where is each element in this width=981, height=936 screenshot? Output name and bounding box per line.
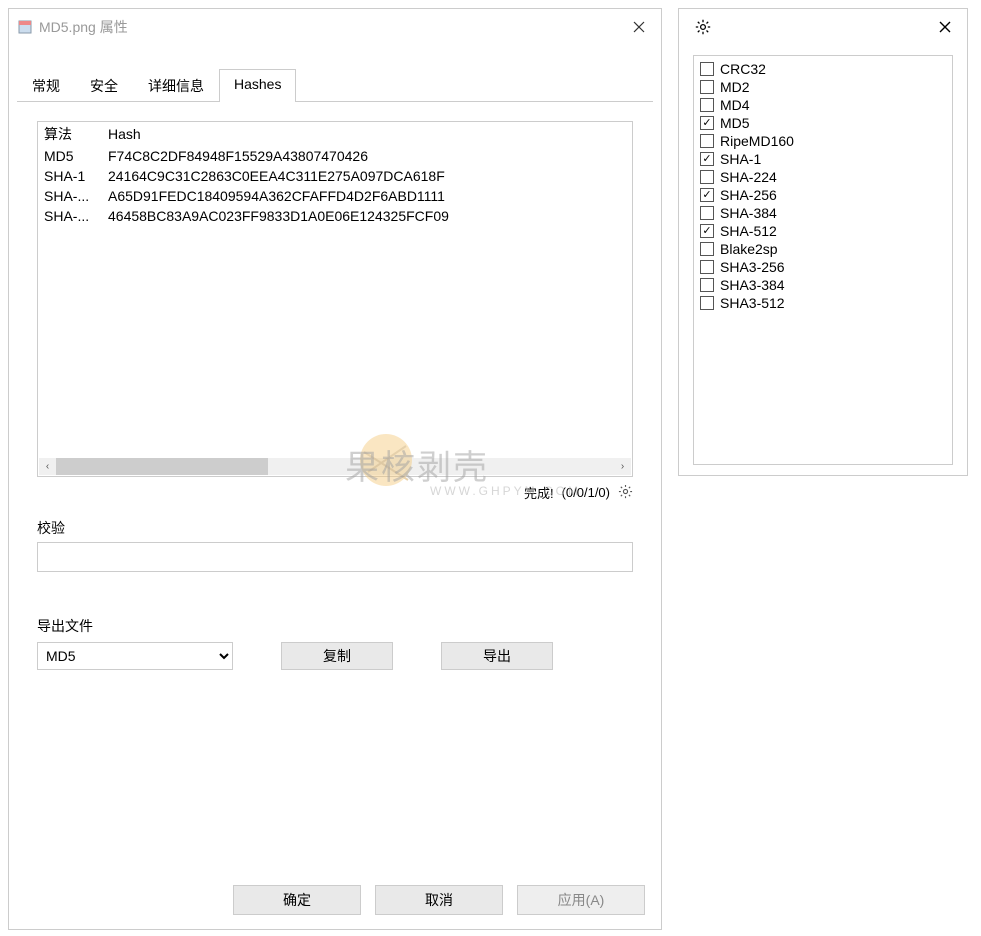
algorithm-checkbox-ripemd160[interactable]: RipeMD160 xyxy=(700,132,946,150)
hash-listview[interactable]: 算法 Hash MD5F74C8C2DF84948F15529A43807470… xyxy=(37,121,633,477)
cancel-button[interactable]: 取消 xyxy=(375,885,503,915)
algorithm-checkbox-sha-384[interactable]: SHA-384 xyxy=(700,204,946,222)
checkbox-icon[interactable] xyxy=(700,206,714,220)
export-format-select[interactable]: MD5 xyxy=(37,642,233,670)
properties-window: MD5.png 属性 常规 安全 详细信息 Hashes 算法 Hash MD5… xyxy=(8,8,662,930)
algorithm-label: SHA-224 xyxy=(720,169,777,185)
status-count: (0/0/1/0) xyxy=(562,485,610,500)
algorithm-checklist: CRC32 MD2 MD4 MD5 RipeMD160 SHA-1 SHA-224 SHA-2… xyxy=(693,55,953,465)
algorithm-label: SHA-256 xyxy=(720,187,777,203)
algorithm-label: MD2 xyxy=(720,79,750,95)
verify-input[interactable] xyxy=(37,542,633,572)
tab-hashes[interactable]: Hashes xyxy=(219,69,296,102)
tab-details[interactable]: 详细信息 xyxy=(133,69,219,102)
gear-icon xyxy=(689,13,717,41)
algorithm-checkbox-sha3-512[interactable]: SHA3-512 xyxy=(700,294,946,312)
table-row[interactable]: SHA-...46458BC83A9AC023FF9833D1A0E06E124… xyxy=(38,206,632,226)
algorithm-checkbox-sha-1[interactable]: SHA-1 xyxy=(700,150,946,168)
settings-gear-icon[interactable] xyxy=(618,484,633,502)
algorithm-label: MD5 xyxy=(720,115,750,131)
algorithm-checkbox-crc32[interactable]: CRC32 xyxy=(700,60,946,78)
settings-titlebar xyxy=(679,9,967,45)
tab-security[interactable]: 安全 xyxy=(75,69,133,102)
algorithm-checkbox-sha3-384[interactable]: SHA3-384 xyxy=(700,276,946,294)
algorithm-checkbox-sha-224[interactable]: SHA-224 xyxy=(700,168,946,186)
table-row[interactable]: MD5F74C8C2DF84948F15529A43807470426 xyxy=(38,146,632,166)
titlebar: MD5.png 属性 xyxy=(9,9,661,45)
checkbox-icon[interactable] xyxy=(700,170,714,184)
checkbox-icon[interactable] xyxy=(700,260,714,274)
algorithm-label: SHA-1 xyxy=(720,151,761,167)
tab-content: 算法 Hash MD5F74C8C2DF84948F15529A43807470… xyxy=(9,103,661,670)
scroll-left-icon[interactable]: ‹ xyxy=(39,458,56,475)
algorithm-checkbox-sha-512[interactable]: SHA-512 xyxy=(700,222,946,240)
algorithm-label: Blake2sp xyxy=(720,241,778,257)
settings-window: CRC32 MD2 MD4 MD5 RipeMD160 SHA-1 SHA-224 SHA-2… xyxy=(678,8,968,476)
checkbox-icon[interactable] xyxy=(700,278,714,292)
col-algo[interactable]: 算法 xyxy=(38,122,102,146)
export-file-label: 导出文件 xyxy=(37,616,633,636)
algorithm-checkbox-sha3-256[interactable]: SHA3-256 xyxy=(700,258,946,276)
checkbox-icon[interactable] xyxy=(700,134,714,148)
algorithm-label: SHA3-512 xyxy=(720,295,785,311)
algorithm-label: SHA3-256 xyxy=(720,259,785,275)
algorithm-label: SHA-512 xyxy=(720,223,777,239)
scroll-thumb[interactable] xyxy=(56,458,268,475)
close-button[interactable] xyxy=(617,9,661,45)
algorithm-label: RipeMD160 xyxy=(720,133,794,149)
tab-general[interactable]: 常规 xyxy=(17,69,75,102)
settings-close-button[interactable] xyxy=(923,9,967,45)
apply-button[interactable]: 应用(A) xyxy=(517,885,645,915)
file-icon xyxy=(17,19,33,35)
algorithm-label: SHA-384 xyxy=(720,205,777,221)
algorithm-label: SHA3-384 xyxy=(720,277,785,293)
export-button[interactable]: 导出 xyxy=(441,642,553,670)
algorithm-checkbox-md4[interactable]: MD4 xyxy=(700,96,946,114)
col-hash[interactable]: Hash xyxy=(102,122,632,146)
window-title: MD5.png 属性 xyxy=(39,17,617,37)
algorithm-label: CRC32 xyxy=(720,61,766,77)
checkbox-icon[interactable] xyxy=(700,152,714,166)
checkbox-icon[interactable] xyxy=(700,242,714,256)
checkbox-icon[interactable] xyxy=(700,62,714,76)
copy-button[interactable]: 复制 xyxy=(281,642,393,670)
checkbox-icon[interactable] xyxy=(700,80,714,94)
table-header-row: 算法 Hash xyxy=(38,122,632,146)
verify-label: 校验 xyxy=(37,518,633,538)
checkbox-icon[interactable] xyxy=(700,98,714,112)
table-row[interactable]: SHA-...A65D91FEDC18409594A362CFAFFD4D2F6… xyxy=(38,186,632,206)
algorithm-label: MD4 xyxy=(720,97,750,113)
status-row: 完成! (0/0/1/0) xyxy=(37,477,633,508)
status-done-label: 完成! xyxy=(524,483,554,502)
checkbox-icon[interactable] xyxy=(700,224,714,238)
checkbox-icon[interactable] xyxy=(700,296,714,310)
tabs: 常规 安全 详细信息 Hashes xyxy=(9,69,661,103)
checkbox-icon[interactable] xyxy=(700,116,714,130)
horizontal-scrollbar[interactable]: ‹ › xyxy=(39,458,631,475)
checkbox-icon[interactable] xyxy=(700,188,714,202)
algorithm-checkbox-sha-256[interactable]: SHA-256 xyxy=(700,186,946,204)
scroll-right-icon[interactable]: › xyxy=(614,458,631,475)
dialog-buttons: 确定 取消 应用(A) xyxy=(9,873,661,929)
algorithm-checkbox-blake2sp[interactable]: Blake2sp xyxy=(700,240,946,258)
algorithm-checkbox-md5[interactable]: MD5 xyxy=(700,114,946,132)
ok-button[interactable]: 确定 xyxy=(233,885,361,915)
table-row[interactable]: SHA-124164C9C31C2863C0EEA4C311E275A097DC… xyxy=(38,166,632,186)
algorithm-checkbox-md2[interactable]: MD2 xyxy=(700,78,946,96)
